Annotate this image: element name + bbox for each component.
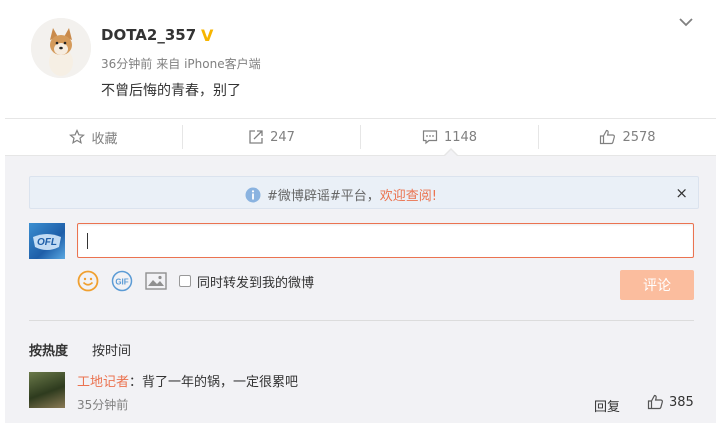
repost-count: 247	[270, 129, 295, 145]
commenter-name[interactable]: 工地记者	[77, 375, 129, 390]
repost-button[interactable]: 247	[183, 119, 360, 155]
tab-sort-hot[interactable]: 按热度	[29, 340, 68, 359]
tab-sort-time[interactable]: 按时间	[92, 340, 131, 359]
forward-toggle[interactable]: 同时转发到我的微博	[179, 272, 314, 291]
gif-icon: GIF	[111, 270, 133, 292]
comment-count: 1148	[443, 129, 478, 145]
chevron-down-icon[interactable]	[678, 14, 694, 30]
current-user-avatar[interactable]: OFL	[29, 223, 65, 259]
star-icon	[69, 129, 86, 145]
text-cursor	[87, 233, 88, 249]
thumbs-up-icon	[600, 129, 616, 145]
svg-text:OFL: OFL	[37, 237, 57, 248]
comment-text: ：背了一年的锅，一定很累吧	[129, 375, 299, 390]
comment-input[interactable]	[77, 223, 694, 258]
comment-item: 工地记者：背了一年的锅，一定很累吧	[77, 371, 298, 390]
image-button[interactable]	[145, 271, 167, 291]
gif-button[interactable]: GIF	[111, 270, 133, 292]
post-time[interactable]: 36分钟前	[101, 57, 152, 71]
like-count: 2578	[622, 129, 656, 145]
post-content: 不曾后悔的青春，别了	[101, 83, 241, 99]
rumor-notice-bar: #微博辟谣#平台， 欢迎查阅! ×	[29, 176, 699, 209]
comment-sort-tabs: 按热度 按时间	[29, 340, 131, 359]
notice-message: #微博辟谣#平台，	[267, 189, 380, 204]
comment-icon	[422, 130, 438, 145]
post-source: 来自 iPhone客户端	[156, 57, 261, 71]
emoji-button[interactable]	[77, 270, 99, 292]
section-divider	[29, 320, 694, 321]
svg-text:GIF: GIF	[115, 278, 128, 287]
composer-toolbar: GIF 同时转发到我的微博	[77, 268, 326, 294]
comment-like-button[interactable]: 385	[647, 394, 694, 410]
info-icon	[245, 187, 261, 202]
thumbs-up-icon	[647, 394, 663, 410]
author-avatar[interactable]	[31, 18, 91, 78]
forward-label: 同时转发到我的微博	[197, 275, 315, 291]
weibo-post: DOTA2_357 V 36分钟前 来自 iPhone客户端 不曾后悔的青春，别了	[5, 0, 716, 118]
author-name[interactable]: DOTA2_357	[101, 26, 196, 44]
repost-icon	[249, 130, 263, 144]
shiba-dog-image	[31, 18, 91, 78]
forward-checkbox[interactable]	[179, 275, 191, 287]
verified-badge-icon: V	[201, 26, 214, 45]
favorite-label: 收藏	[91, 131, 118, 147]
post-action-bar: 收藏 247 1148 2578	[5, 118, 716, 156]
commenter-avatar[interactable]	[29, 372, 65, 408]
comment-caret-inner	[444, 150, 458, 157]
comment-time: 35分钟前	[77, 398, 129, 412]
comment-panel: #微博辟谣#平台， 欢迎查阅! × OFL GIF 同时转发到我的微博 评论 按…	[5, 156, 716, 423]
submit-comment-button[interactable]: 评论	[620, 270, 694, 300]
smiley-icon	[77, 270, 99, 292]
user-logo-image: OFL	[33, 234, 61, 250]
reply-button[interactable]: 回复	[594, 396, 620, 415]
post-meta: 36分钟前 来自 iPhone客户端	[101, 55, 261, 72]
image-icon	[145, 272, 167, 290]
notice-text: #微博辟谣#平台， 欢迎查阅!	[245, 185, 437, 204]
close-icon[interactable]: ×	[675, 184, 688, 202]
like-button[interactable]: 2578	[539, 119, 716, 155]
favorite-button[interactable]: 收藏	[5, 119, 182, 155]
notice-link[interactable]: 欢迎查阅!	[380, 185, 437, 204]
comment-like-count: 385	[669, 394, 694, 410]
